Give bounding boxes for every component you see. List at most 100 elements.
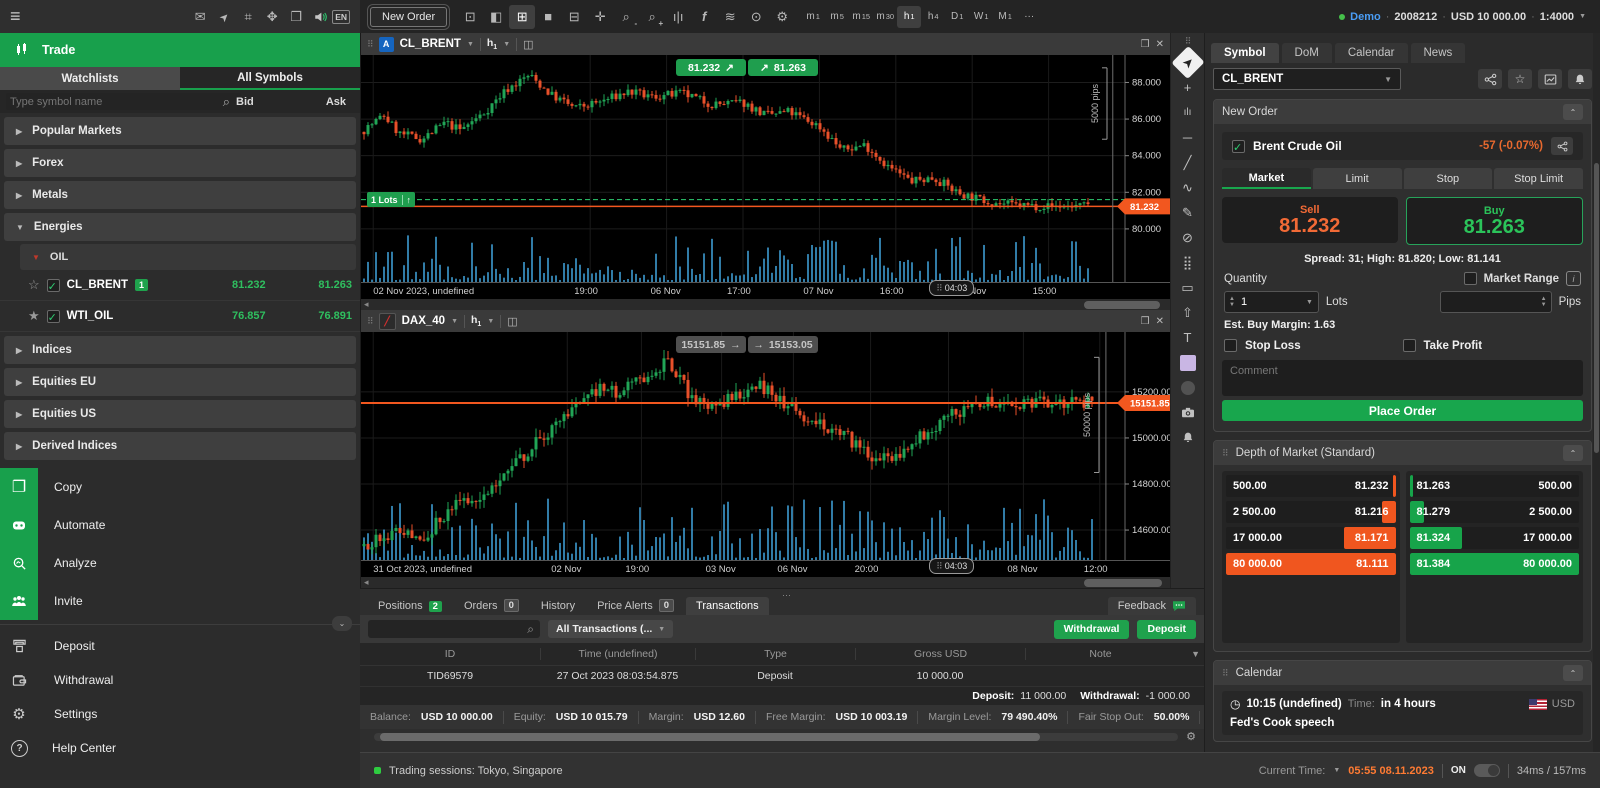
hamburger-menu-icon[interactable]: ≡	[10, 6, 21, 27]
tab-price-alerts[interactable]: Price Alerts0	[587, 596, 684, 615]
sidebar-item-analyze[interactable]: Analyze	[0, 544, 360, 582]
subgroup-oil[interactable]: ▼ OIL	[20, 244, 356, 270]
group-forex[interactable]: ▶Forex	[4, 149, 356, 177]
zoom-in-icon[interactable]: ⌕+	[639, 5, 665, 29]
account-info[interactable]: Demo · 2008212 · USD 10 000.00 · 1:4000 …	[1339, 11, 1600, 23]
brush-icon[interactable]: ✎	[1176, 201, 1200, 224]
dom-bid-row[interactable]: 17 000.0081.171	[1226, 527, 1396, 549]
tab-news[interactable]: News	[1411, 43, 1466, 63]
sidebar-item-deposit[interactable]: Deposit	[0, 629, 360, 663]
symbol-row-clbrent[interactable]: ☆ ✓ CL_BRENT 1 81.232 81.263	[0, 270, 360, 301]
speaker-icon[interactable]	[308, 6, 332, 28]
order-tab-stop-limit[interactable]: Stop Limit	[1494, 168, 1583, 189]
tab-transactions[interactable]: Transactions	[686, 597, 769, 615]
tab-watchlists[interactable]: Watchlists	[0, 67, 180, 90]
scroll-thumb[interactable]	[1084, 579, 1162, 587]
timeframe-M1[interactable]: M1	[993, 6, 1017, 28]
scroll-thumb[interactable]	[1594, 163, 1599, 453]
rectangle-icon[interactable]: ▭	[1176, 276, 1200, 299]
indicator-icon[interactable]: ılı	[1176, 101, 1200, 124]
more-timeframes-button[interactable]: ···	[1017, 6, 1041, 28]
drag-handle-icon[interactable]: ⠿	[367, 316, 373, 327]
stop-loss-checkbox[interactable]	[1224, 339, 1237, 352]
fx-icon[interactable]: f	[691, 5, 717, 29]
horizontal-line-icon[interactable]: ─	[1176, 126, 1200, 149]
favorite-star-icon[interactable]: ☆	[1508, 69, 1532, 89]
order-tab-stop[interactable]: Stop	[1404, 168, 1493, 189]
timeframe-m30[interactable]: m30	[873, 6, 897, 28]
quick-buy-button[interactable]: ↗81.263	[748, 59, 818, 76]
chart-type-icon[interactable]: ◫	[507, 315, 517, 328]
color-swatch-icon[interactable]	[1176, 351, 1200, 374]
chevron-down-icon[interactable]: ▼	[467, 41, 474, 48]
timeframe-D1[interactable]: D1	[945, 6, 969, 28]
symbol-search-input[interactable]	[6, 93, 241, 110]
dom-ask-row[interactable]: 81.32417 000.00	[1410, 527, 1580, 549]
split-view-icon[interactable]: ⊟	[561, 5, 587, 29]
wave-icon[interactable]: ∿	[1176, 176, 1200, 199]
star-outline-icon[interactable]: ☆	[28, 277, 40, 293]
timeframe-selector[interactable]: h1	[487, 37, 497, 51]
new-order-header[interactable]: New Order ⌃	[1214, 100, 1591, 124]
single-view-icon[interactable]: ■	[535, 5, 561, 29]
chevron-down-icon[interactable]: ▼	[487, 318, 494, 325]
group-metals[interactable]: ▶Metals	[4, 181, 356, 209]
group-indices[interactable]: ▶Indices	[4, 336, 356, 364]
quick-sell-button-disabled[interactable]: 15151.85→	[676, 336, 746, 353]
drag-handle-icon[interactable]: ⠿	[1185, 36, 1191, 47]
transactions-filter-dropdown[interactable]: All Transactions (... ▼	[548, 620, 673, 638]
timeframe-W1[interactable]: W1	[969, 6, 993, 28]
status-settings-gear-icon[interactable]: ⚙	[1186, 730, 1196, 743]
close-icon[interactable]: ✕	[1156, 39, 1164, 50]
multi-monitor-icon[interactable]: ⊡	[457, 5, 483, 29]
dom-bid-row[interactable]: 80 000.0081.111	[1226, 553, 1396, 575]
quick-sell-button[interactable]: 81.232↗	[676, 59, 746, 76]
account-caret-icon[interactable]: ▼	[1579, 13, 1586, 20]
place-order-button[interactable]: Place Order	[1222, 400, 1583, 421]
tab-orders[interactable]: Orders0	[454, 596, 529, 615]
order-tab-market[interactable]: Market	[1222, 168, 1311, 189]
sidebar-item-invite[interactable]: Invite	[0, 582, 360, 620]
position-tag[interactable]: 1 Lots↑	[367, 192, 415, 207]
arrow-up-icon[interactable]: ⇧	[1176, 301, 1200, 324]
withdrawal-button[interactable]: Withdrawal	[1054, 620, 1130, 639]
close-icon[interactable]: ✕	[1156, 316, 1164, 327]
new-order-button[interactable]: New Order	[370, 7, 447, 27]
dom-ask-row[interactable]: 81.263500.00	[1410, 475, 1580, 497]
comment-field[interactable]: Comment	[1222, 360, 1583, 396]
add-chart-icon[interactable]: ✛	[587, 5, 613, 29]
alert-bell-icon[interactable]	[1568, 69, 1592, 89]
layout-panel-icon[interactable]: ◧	[483, 5, 509, 29]
timeframe-m5[interactable]: m5	[825, 6, 849, 28]
tab-calendar[interactable]: Calendar	[1335, 43, 1408, 63]
table-scroll-down-icon[interactable]: ▼	[1191, 649, 1200, 659]
price-chart-canvas-clbrent[interactable]: 5000 pips88.00086.00084.00082.00080.0008…	[361, 55, 1170, 282]
symbol-row-wtioil[interactable]: ★ ✓ WTI_OIL 76.857 76.891	[0, 301, 360, 332]
scroll-thumb[interactable]	[1084, 301, 1160, 309]
buy-button[interactable]: Buy 81.263	[1406, 197, 1584, 245]
feedback-button[interactable]: Feedback	[1108, 597, 1196, 615]
tab-positions[interactable]: Positions2	[368, 597, 452, 615]
sidebar-item-settings[interactable]: ⚙Settings	[0, 697, 360, 731]
symbol-select[interactable]: CL_BRENT ▼	[1213, 68, 1401, 90]
sidebar-item-help-center[interactable]: ?Help Center	[0, 731, 360, 765]
tab-all-symbols[interactable]: All Symbols	[180, 67, 360, 90]
tab-symbol[interactable]: Symbol	[1211, 43, 1279, 63]
chart-symbol-selector[interactable]: DAX_40	[402, 315, 445, 327]
search-icon[interactable]: ⌕	[223, 94, 230, 110]
sidebar-item-automate[interactable]: Automate	[0, 506, 360, 544]
timeframe-h1[interactable]: h1	[897, 6, 921, 28]
deposit-button[interactable]: Deposit	[1137, 620, 1196, 639]
dom-ask-row[interactable]: 81.38480 000.00	[1410, 553, 1580, 575]
right-panel-scrollbar[interactable]	[1593, 33, 1600, 752]
layers-icon[interactable]: ≋	[717, 5, 743, 29]
chart-icon[interactable]	[1538, 69, 1562, 89]
info-icon[interactable]: i	[1566, 271, 1581, 286]
dot-grid-icon[interactable]: ⣿	[1176, 251, 1200, 274]
quantity-stepper[interactable]: ▲▼ ▼	[1224, 291, 1319, 313]
pips-input[interactable]	[1457, 295, 1537, 309]
dom-header[interactable]: ⠿ Depth of Market (Standard) ⌃	[1214, 441, 1591, 465]
timeframe-m1[interactable]: m1	[801, 6, 825, 28]
collapse-icon[interactable]: ⌃	[1563, 104, 1583, 120]
share-icon[interactable]	[1551, 137, 1573, 155]
